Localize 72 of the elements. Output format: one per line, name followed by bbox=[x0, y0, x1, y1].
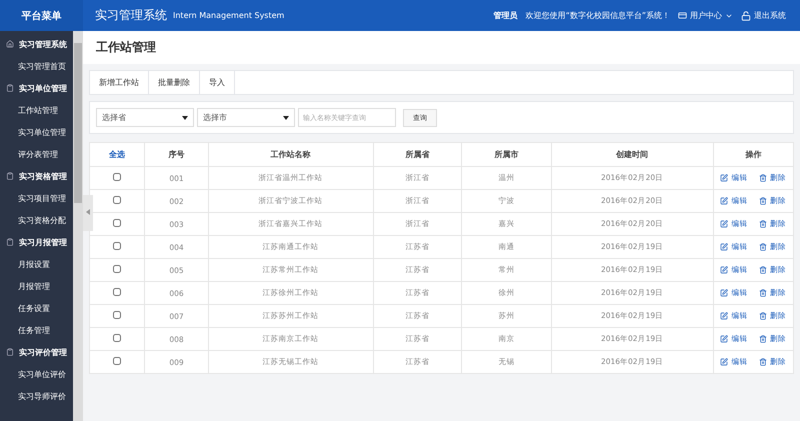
menu-group[interactable]: 实习资格管理 bbox=[0, 165, 73, 187]
edit-icon bbox=[720, 197, 728, 205]
row-checkbox[interactable] bbox=[113, 219, 122, 227]
trash-icon bbox=[759, 174, 768, 182]
menu-item[interactable]: 实习单位评价 bbox=[0, 363, 73, 385]
edit-icon bbox=[720, 220, 728, 228]
row-checkbox[interactable] bbox=[113, 242, 122, 250]
province-select[interactable]: 选择省 bbox=[96, 108, 194, 127]
user-role: 管理员 bbox=[494, 10, 518, 21]
edit-icon bbox=[720, 289, 728, 297]
user-center-link[interactable]: 用户中心 bbox=[678, 10, 733, 21]
logout-link[interactable]: 退出系统 bbox=[741, 10, 786, 21]
menu-group[interactable]: 实习单位管理 bbox=[0, 77, 73, 99]
column-header: 创建时间 bbox=[551, 142, 713, 166]
trash-icon bbox=[759, 197, 768, 205]
menu-item[interactable]: 实习单位管理 bbox=[0, 121, 73, 143]
clipboard-icon bbox=[6, 172, 14, 180]
menu-title: 平台菜单 bbox=[0, 0, 83, 31]
menu-item[interactable]: 实习导师评价 bbox=[0, 385, 73, 407]
menu-item[interactable]: 实习管理首页 bbox=[0, 55, 73, 77]
trash-icon bbox=[759, 358, 768, 366]
select-all-link[interactable]: 全选 bbox=[90, 142, 145, 166]
edit-icon bbox=[720, 312, 728, 320]
lock-icon bbox=[741, 10, 751, 20]
menu-group[interactable]: 实习管理系统 bbox=[0, 33, 73, 55]
menu-item[interactable]: 实习项目管理 bbox=[0, 187, 73, 209]
trash-icon bbox=[759, 266, 768, 274]
edit-icon bbox=[720, 174, 728, 182]
row-checkbox[interactable] bbox=[113, 288, 122, 296]
menu-item[interactable]: 月报管理 bbox=[0, 275, 73, 297]
clipboard-icon bbox=[6, 84, 14, 92]
column-header: 工作站名称 bbox=[208, 142, 374, 166]
column-header: 所属省 bbox=[373, 142, 462, 166]
menu-group[interactable]: 实习评价管理 bbox=[0, 341, 73, 363]
menu-group[interactable]: 实习月报管理 bbox=[0, 231, 73, 253]
clipboard-icon bbox=[6, 238, 14, 246]
app-subtitle: Intern Management System bbox=[173, 11, 284, 20]
column-header: 所属市 bbox=[462, 142, 552, 166]
menu-item[interactable]: 工作站管理 bbox=[0, 99, 73, 121]
column-header: 序号 bbox=[144, 142, 208, 166]
clipboard-icon bbox=[6, 348, 14, 356]
edit-icon bbox=[720, 243, 728, 251]
row-checkbox[interactable] bbox=[113, 357, 122, 365]
menu-item[interactable]: 任务管理 bbox=[0, 319, 73, 341]
trash-icon bbox=[759, 312, 768, 320]
row-checkbox[interactable] bbox=[113, 334, 122, 342]
row-checkbox[interactable] bbox=[113, 196, 122, 204]
edit-icon bbox=[720, 358, 728, 366]
collapse-handle[interactable] bbox=[83, 195, 93, 231]
menu-item[interactable]: 评分表管理 bbox=[0, 143, 73, 165]
trash-icon bbox=[759, 289, 768, 297]
caret-icon bbox=[182, 116, 188, 120]
trash-icon bbox=[759, 335, 768, 343]
page-title: 工作站管理 bbox=[83, 31, 800, 64]
edit-icon bbox=[720, 266, 728, 274]
home-icon bbox=[6, 40, 14, 48]
app-title: 实习管理系统 bbox=[95, 7, 167, 24]
city-select[interactable]: 选择市 bbox=[197, 108, 295, 127]
edit-icon bbox=[720, 335, 728, 343]
row-checkbox[interactable] bbox=[113, 265, 122, 273]
trash-icon bbox=[759, 220, 768, 228]
scrollbar[interactable] bbox=[73, 31, 83, 421]
welcome-text: 欢迎您使用“数字化校园信息平台”系统！ bbox=[526, 10, 670, 21]
row-checkbox[interactable] bbox=[113, 173, 122, 181]
card-icon bbox=[678, 11, 687, 20]
trash-icon bbox=[759, 243, 768, 251]
menu-item[interactable]: 月报设置 bbox=[0, 253, 73, 275]
menu-item[interactable]: 实习资格分配 bbox=[0, 209, 73, 231]
menu-item[interactable]: 任务设置 bbox=[0, 297, 73, 319]
row-checkbox[interactable] bbox=[113, 311, 122, 319]
column-header: 操作 bbox=[713, 142, 794, 166]
caret-icon bbox=[283, 116, 289, 120]
